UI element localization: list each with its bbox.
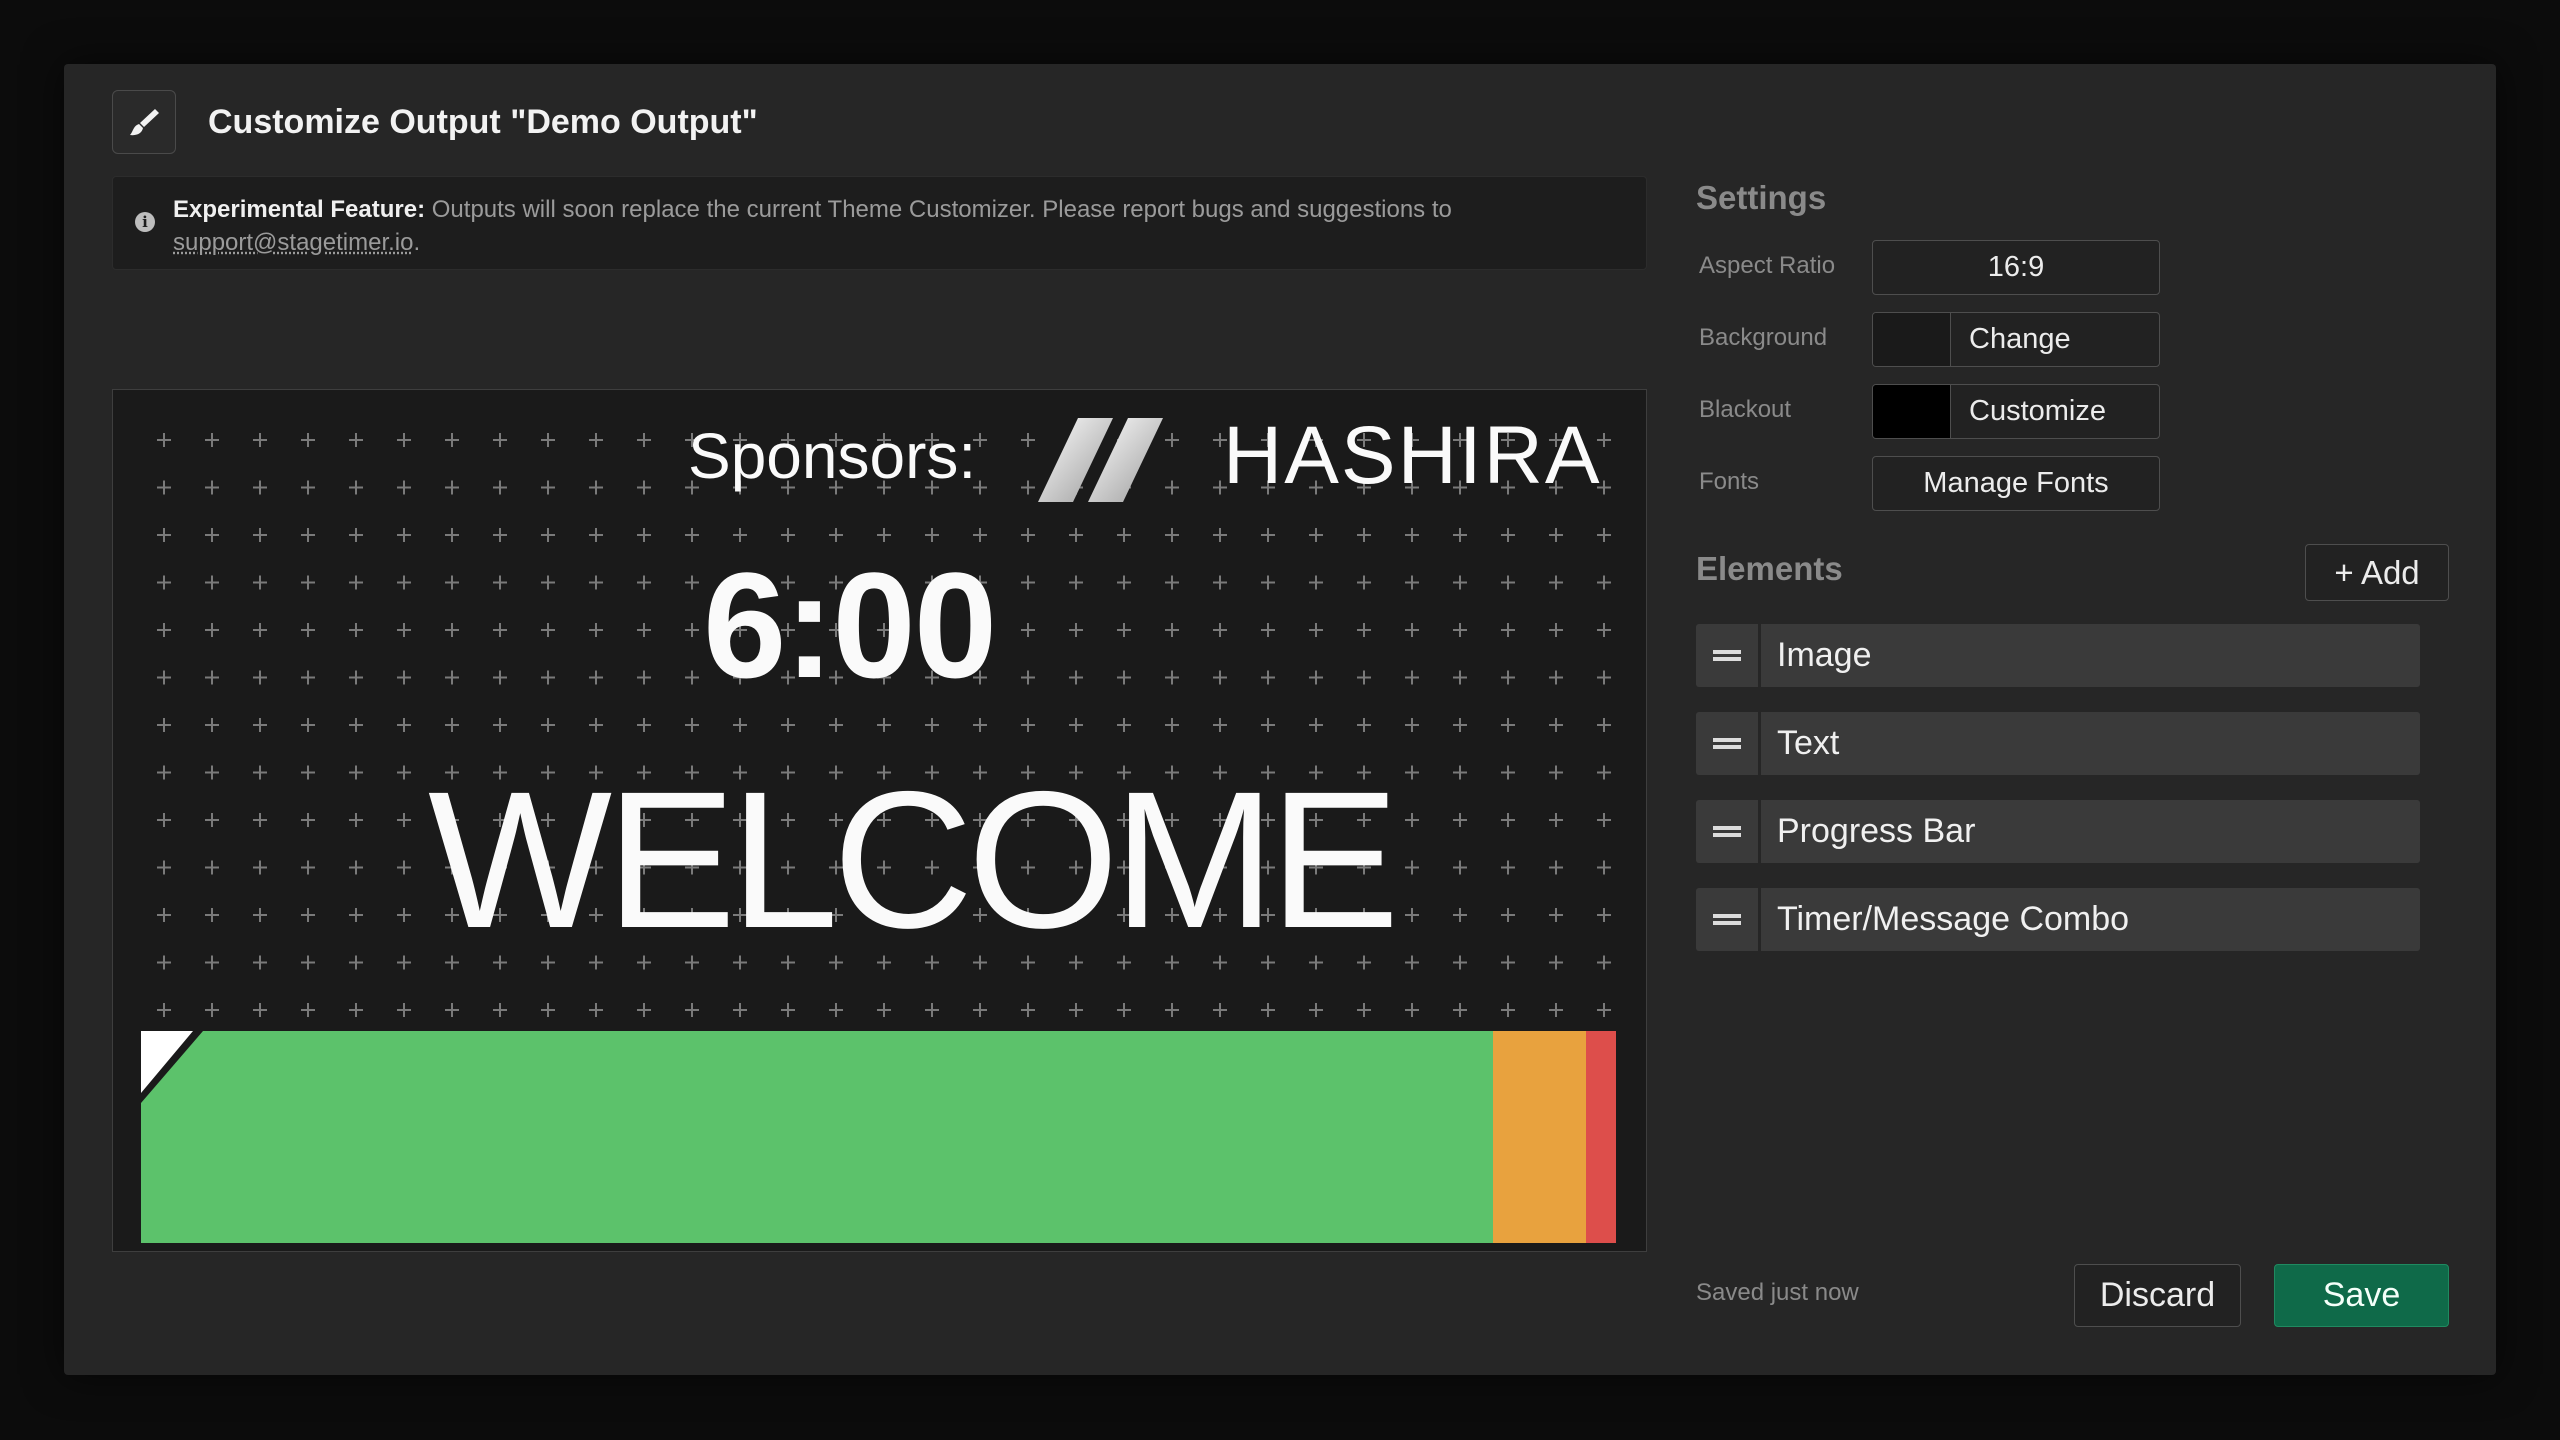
drag-handle-icon[interactable] — [1696, 712, 1758, 775]
sponsor-logo-text: HASHIRA — [1223, 410, 1602, 501]
progress-start-marker — [141, 1031, 203, 1103]
paint-brush-icon — [130, 109, 159, 136]
hashira-logo-icon — [1038, 418, 1163, 502]
add-element-button[interactable]: + Add — [2305, 544, 2449, 601]
message-display: WELCOME — [428, 751, 1400, 969]
background-label: Background — [1699, 324, 1828, 351]
sponsors-label: Sponsors: — [688, 420, 977, 492]
info-icon: i — [135, 212, 155, 232]
notice-suffix: . — [413, 229, 421, 256]
progress-segment-green — [141, 1031, 1493, 1243]
drag-handle-icon[interactable] — [1696, 888, 1758, 951]
timer-display: 6:00 — [703, 541, 997, 709]
background-color-swatch — [1873, 313, 1951, 366]
notice-message: Outputs will soon replace the current Th… — [425, 196, 1452, 223]
notice-label: Experimental Feature: — [173, 196, 426, 223]
element-item-image[interactable]: Image — [1696, 624, 2420, 687]
save-button[interactable]: Save — [2274, 1264, 2449, 1327]
customize-output-dialog: Customize Output "Demo Output" i Experim… — [64, 64, 2496, 1375]
blackout-customize-button[interactable]: Customize — [1872, 384, 2160, 439]
element-item-label: Image — [1761, 624, 2420, 687]
experimental-notice: i Experimental Feature: Outputs will soo… — [112, 176, 1647, 270]
save-status-text: Saved just now — [1696, 1279, 1859, 1306]
element-item-timer-message-combo[interactable]: Timer/Message Combo — [1696, 888, 2420, 951]
dialog-title: Customize Output "Demo Output" — [208, 103, 758, 141]
output-preview[interactable]: Sponsors: HASHIRA 6:00 WELCOME — [112, 389, 1647, 1252]
progress-segment-orange — [1492, 1031, 1586, 1243]
drag-handle-icon[interactable] — [1696, 800, 1758, 863]
background-change-button[interactable]: Change — [1872, 312, 2160, 367]
discard-button[interactable]: Discard — [2074, 1264, 2241, 1327]
element-item-text[interactable]: Text — [1696, 712, 2420, 775]
element-item-label: Timer/Message Combo — [1761, 888, 2420, 951]
elements-heading: Elements — [1696, 550, 1843, 587]
fonts-label: Fonts — [1699, 468, 1760, 495]
settings-heading: Settings — [1696, 179, 1827, 216]
element-item-label: Text — [1761, 712, 2420, 775]
support-email-link[interactable]: support@stagetimer.io — [173, 229, 413, 256]
paint-brush-button[interactable] — [112, 90, 176, 154]
manage-fonts-button[interactable]: Manage Fonts — [1872, 456, 2160, 511]
blackout-customize-label: Customize — [1969, 395, 2106, 427]
blackout-label: Blackout — [1699, 396, 1792, 423]
aspect-ratio-label: Aspect Ratio — [1699, 252, 1836, 279]
aspect-ratio-select[interactable]: 16:9 — [1872, 240, 2160, 295]
blackout-color-swatch — [1873, 385, 1951, 438]
progress-bar — [141, 1031, 1643, 1243]
progress-segment-red — [1585, 1031, 1616, 1243]
background-change-label: Change — [1969, 323, 2071, 355]
element-item-progress-bar[interactable]: Progress Bar — [1696, 800, 2420, 863]
drag-handle-icon[interactable] — [1696, 624, 1758, 687]
element-item-label: Progress Bar — [1761, 800, 2420, 863]
